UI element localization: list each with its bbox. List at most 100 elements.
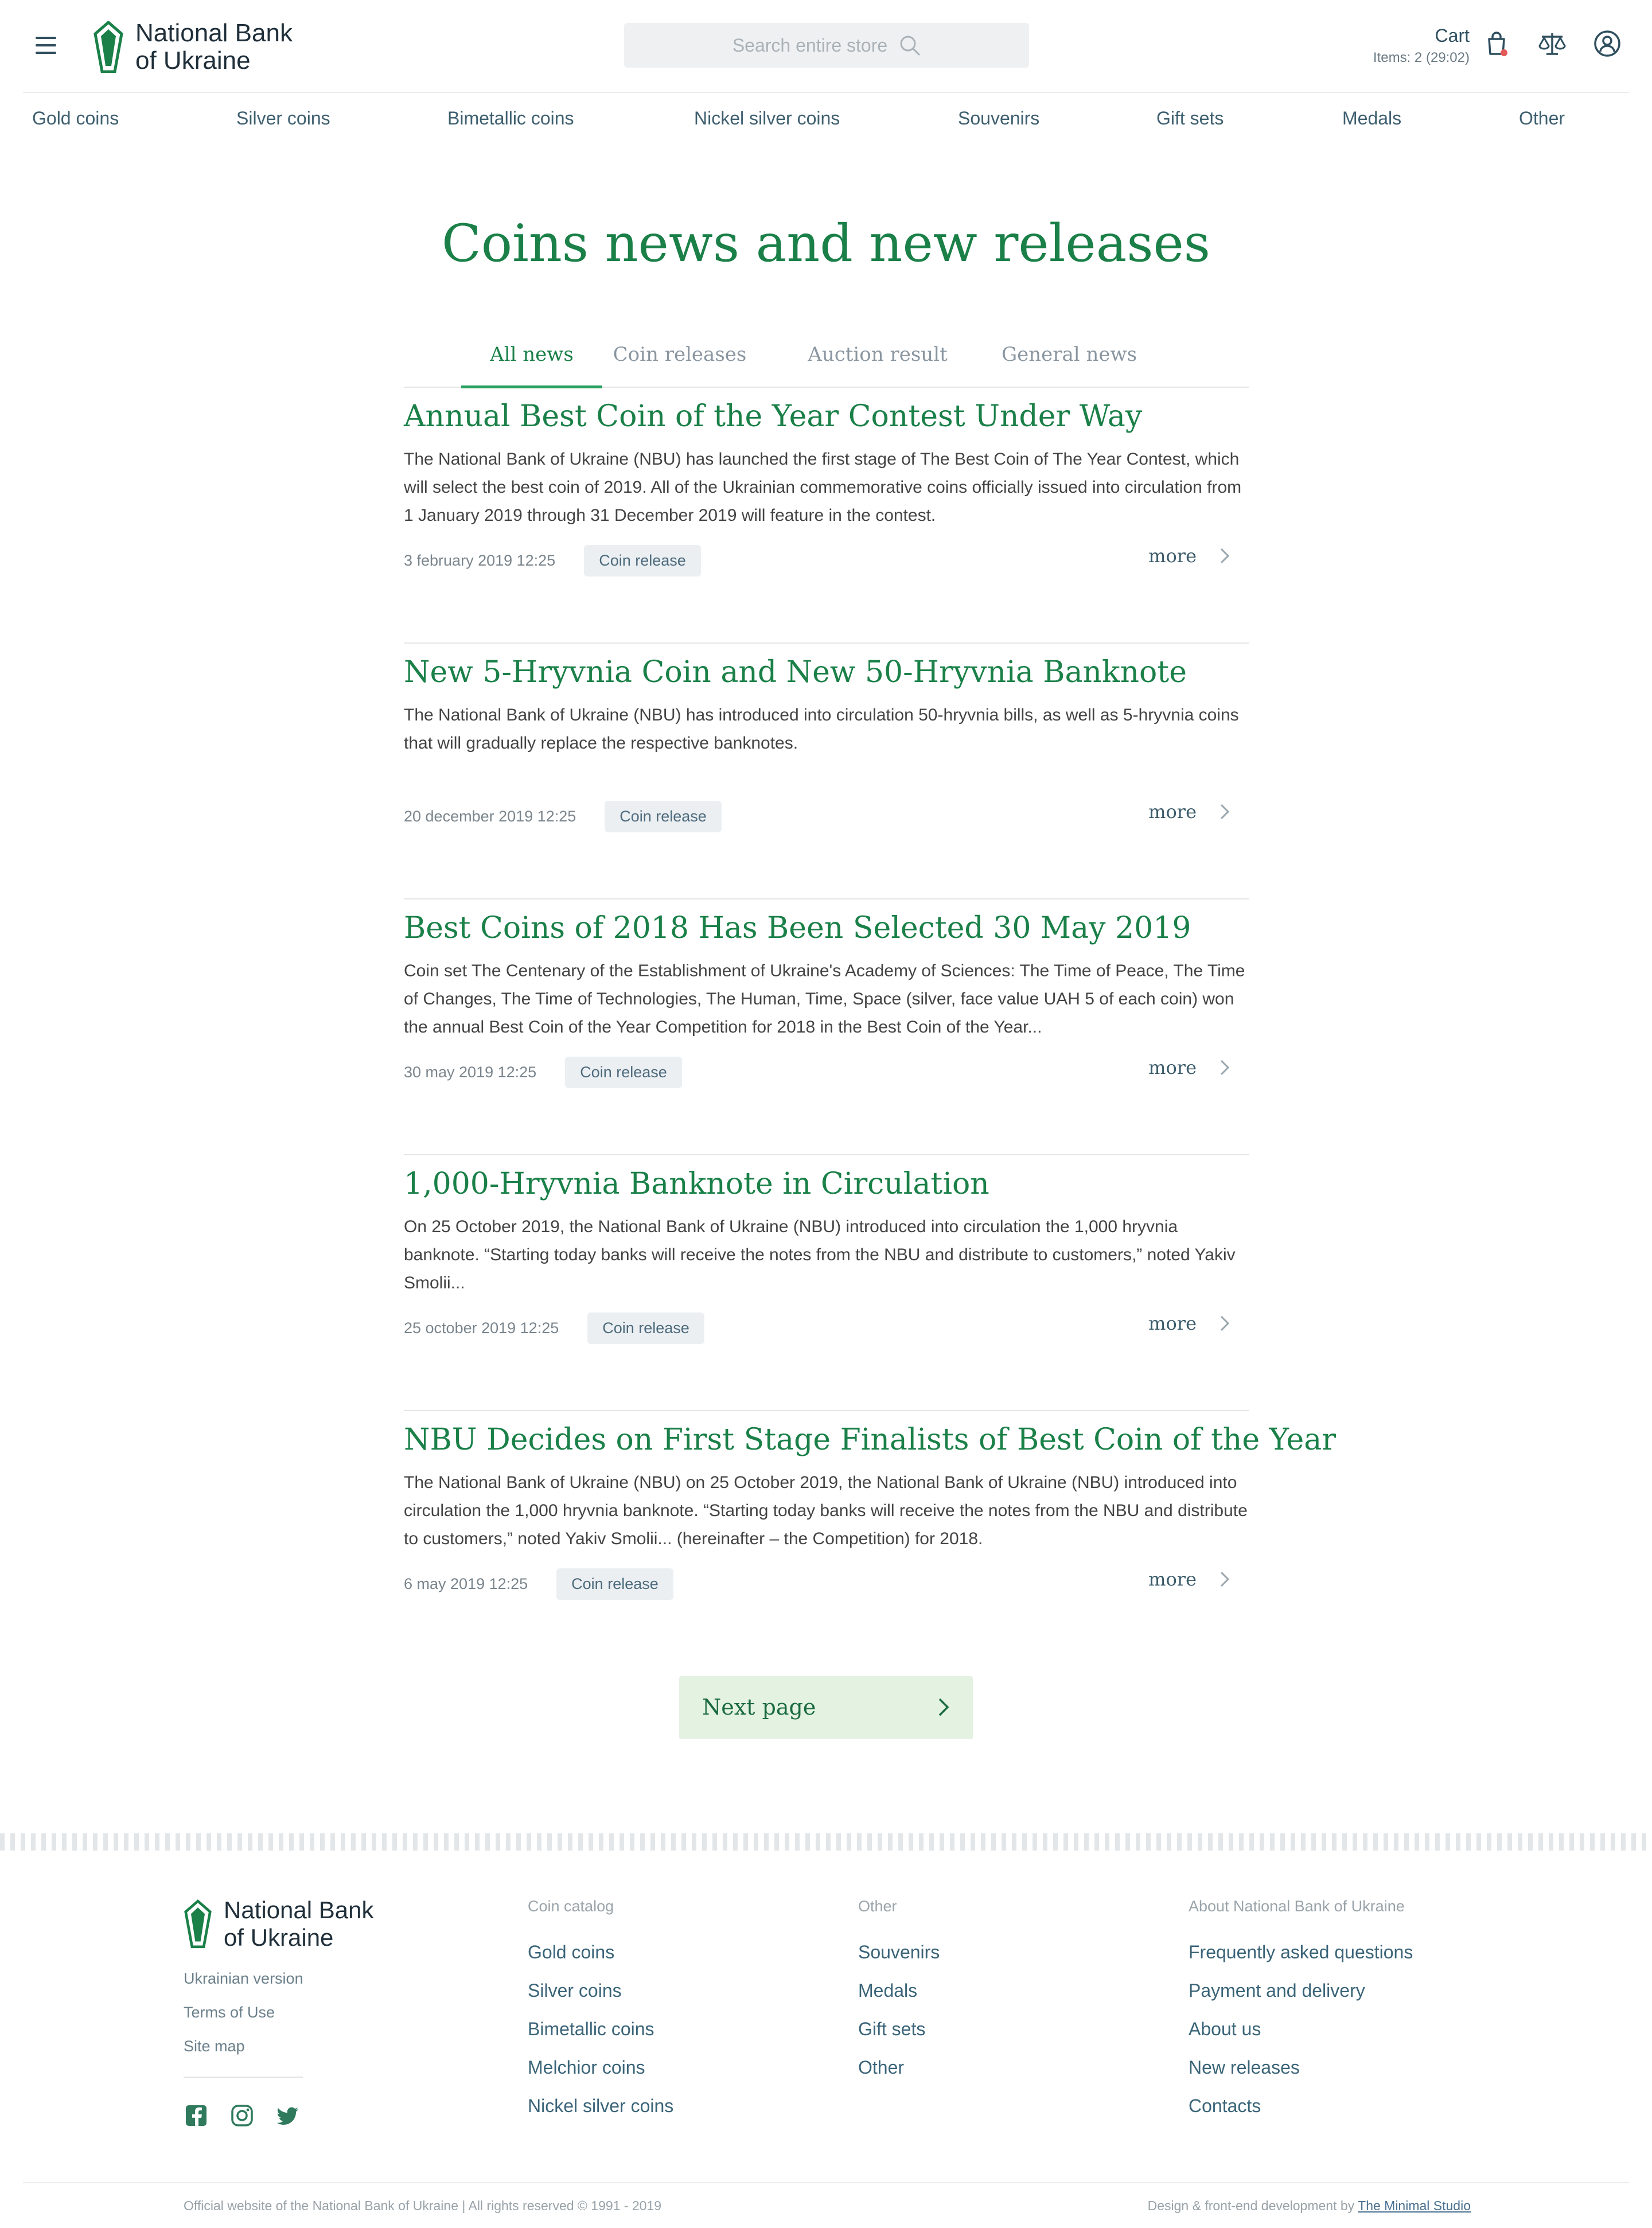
news-title[interactable]: Annual Best Coin of the Year Contest Und… xyxy=(404,399,1142,434)
more-link[interactable]: more xyxy=(1148,1312,1230,1334)
footer-link-gift-sets[interactable]: Gift sets xyxy=(858,2019,940,2040)
twitter-icon[interactable] xyxy=(276,2104,299,2127)
footer-util-links: Ukrainian version Terms of Use Site map xyxy=(184,1970,303,2071)
nav-gift-sets[interactable]: Gift sets xyxy=(1156,108,1224,129)
category-nav: Gold coins Silver coins Bimetallic coins… xyxy=(23,92,1629,148)
footer-link-new-releases[interactable]: New releases xyxy=(1189,2057,1413,2078)
news-excerpt: The National Bank of Ukraine (NBU) on 25… xyxy=(404,1473,1248,1548)
nav-medals[interactable]: Medals xyxy=(1342,108,1401,129)
news-excerpt: The National Bank of Ukraine (NBU) has l… xyxy=(404,450,1242,525)
news-meta: 25 october 2019 12:25 Coin release xyxy=(404,1312,704,1344)
chevron-right-icon xyxy=(938,1698,949,1716)
compare-scales-icon[interactable] xyxy=(1537,29,1567,59)
next-page-button[interactable]: Next page xyxy=(679,1676,973,1739)
facebook-icon[interactable] xyxy=(185,2104,208,2127)
next-page-label: Next page xyxy=(702,1695,816,1720)
ukrainian-version-link[interactable]: Ukrainian version xyxy=(184,1970,303,1988)
more-label: more xyxy=(1148,1312,1197,1334)
chevron-right-icon xyxy=(1220,1571,1230,1587)
tab-all-news[interactable]: All news xyxy=(461,343,602,388)
more-link[interactable]: more xyxy=(1148,801,1230,823)
category-badge[interactable]: Coin release xyxy=(565,1057,682,1088)
news-excerpt: The National Bank of Ukraine (NBU) has i… xyxy=(404,706,1239,753)
nav-silver-coins[interactable]: Silver coins xyxy=(236,108,330,129)
news-meta: 6 may 2019 12:25 Coin release xyxy=(404,1568,673,1600)
news-item: 1,000-Hryvnia Banknote in Circulation On… xyxy=(404,1154,1249,1411)
footer-link-silver-coins[interactable]: Silver coins xyxy=(528,1980,673,2001)
tab-auction-result[interactable]: Auction result xyxy=(805,343,950,385)
footer-link-faq[interactable]: Frequently asked questions xyxy=(1189,1942,1413,1963)
news-item: NBU Decides on First Stage Finalists of … xyxy=(404,1410,1336,1666)
news-title[interactable]: Best Coins of 2018 Has Been Selected 30 … xyxy=(404,911,1191,945)
footer-bottom-divider xyxy=(23,2182,1629,2183)
nav-other[interactable]: Other xyxy=(1519,108,1565,129)
more-link[interactable]: more xyxy=(1148,1057,1230,1078)
nav-souvenirs[interactable]: Souvenirs xyxy=(958,108,1039,129)
chevron-right-icon xyxy=(1220,804,1230,820)
news-meta: 20 december 2019 12:25 Coin release xyxy=(404,801,722,832)
news-date: 6 may 2019 12:25 xyxy=(404,1575,528,1592)
footer-link-medals[interactable]: Medals xyxy=(858,1980,940,2001)
search-icon[interactable] xyxy=(899,34,921,56)
news-title[interactable]: NBU Decides on First Stage Finalists of … xyxy=(404,1423,1336,1457)
footer-col-heading: About National Bank of Ukraine xyxy=(1189,1898,1405,1915)
footer-col-heading: Other xyxy=(858,1898,897,1915)
nav-bimetallic-coins[interactable]: Bimetallic coins xyxy=(447,108,574,129)
footer-col-heading: Coin catalog xyxy=(528,1898,614,1915)
nav-gold-coins[interactable]: Gold coins xyxy=(32,108,119,129)
category-badge[interactable]: Coin release xyxy=(556,1568,673,1600)
design-credit: Design & front-end development by The Mi… xyxy=(1148,2198,1471,2214)
chevron-right-icon xyxy=(1220,1060,1230,1076)
more-label: more xyxy=(1148,1057,1197,1078)
nbu-logo-icon xyxy=(184,1899,212,1949)
logo-text: National Bank of Ukraine xyxy=(224,1896,374,1951)
footer-link-other[interactable]: Other xyxy=(858,2057,940,2078)
footer-col-other: Other Souvenirs Medals Gift sets Other xyxy=(858,1898,940,2095)
category-badge[interactable]: Coin release xyxy=(587,1312,704,1344)
footer-link-bimetallic-coins[interactable]: Bimetallic coins xyxy=(528,2019,673,2040)
copyright-text: Official website of the National Bank of… xyxy=(184,2198,662,2213)
account-icon[interactable] xyxy=(1592,29,1622,59)
site-header: National Bank of Ukraine Search entire s… xyxy=(0,0,1652,92)
footer-link-gold-coins[interactable]: Gold coins xyxy=(528,1942,673,1963)
more-label: more xyxy=(1148,1568,1197,1590)
footer-link-melchior-coins[interactable]: Melchior coins xyxy=(528,2057,673,2078)
footer-logo[interactable]: National Bank of Ukraine xyxy=(184,1896,374,1952)
news-excerpt: On 25 October 2019, the National Bank of… xyxy=(404,1217,1236,1292)
cart-items-count: Items: 2 (29:02) xyxy=(1373,50,1470,65)
menu-icon[interactable] xyxy=(36,37,56,54)
more-link[interactable]: more xyxy=(1148,1568,1230,1590)
tab-coin-releases[interactable]: Coin releases xyxy=(608,343,751,385)
cart-summary[interactable]: Cart Items: 2 (29:02) xyxy=(1373,25,1470,66)
footer-link-souvenirs[interactable]: Souvenirs xyxy=(858,1942,940,1963)
news-tabs: All news Coin releases Auction result Ge… xyxy=(404,343,1249,388)
footer-link-nickel-silver-coins[interactable]: Nickel silver coins xyxy=(528,2095,673,2117)
news-item: New 5-Hryvnia Coin and New 50-Hryvnia Ba… xyxy=(404,642,1249,899)
more-link[interactable]: more xyxy=(1148,545,1230,567)
news-title[interactable]: 1,000-Hryvnia Banknote in Circulation xyxy=(404,1167,989,1201)
terms-of-use-link[interactable]: Terms of Use xyxy=(184,2004,303,2021)
page-title: Coins news and new releases xyxy=(442,213,1210,274)
chevron-right-icon xyxy=(1220,1315,1230,1331)
nav-nickel-silver-coins[interactable]: Nickel silver coins xyxy=(694,108,840,129)
news-title[interactable]: New 5-Hryvnia Coin and New 50-Hryvnia Ba… xyxy=(404,655,1187,690)
site-map-link[interactable]: Site map xyxy=(184,2038,303,2055)
news-date: 20 december 2019 12:25 xyxy=(404,808,576,825)
cart-title: Cart xyxy=(1435,25,1470,46)
category-badge[interactable]: Coin release xyxy=(584,545,701,577)
cart-bag-icon[interactable] xyxy=(1482,29,1512,59)
news-date: 3 february 2019 12:25 xyxy=(404,552,556,569)
instagram-icon[interactable] xyxy=(231,2104,254,2127)
site-logo[interactable]: National Bank of Ukraine xyxy=(93,20,293,75)
news-excerpt: Coin set The Centenary of the Establishm… xyxy=(404,961,1245,1037)
search-input[interactable]: Search entire store xyxy=(624,23,1029,68)
tab-general-news[interactable]: General news xyxy=(1000,343,1138,385)
news-date: 30 may 2019 12:25 xyxy=(404,1064,537,1081)
footer-link-about-us[interactable]: About us xyxy=(1189,2019,1413,2040)
footer-link-contacts[interactable]: Contacts xyxy=(1189,2095,1413,2117)
footer-divider xyxy=(0,1833,1652,1851)
chevron-right-icon xyxy=(1220,548,1230,564)
design-studio-link[interactable]: The Minimal Studio xyxy=(1358,2198,1471,2213)
category-badge[interactable]: Coin release xyxy=(605,801,722,832)
footer-link-payment-delivery[interactable]: Payment and delivery xyxy=(1189,1980,1413,2001)
